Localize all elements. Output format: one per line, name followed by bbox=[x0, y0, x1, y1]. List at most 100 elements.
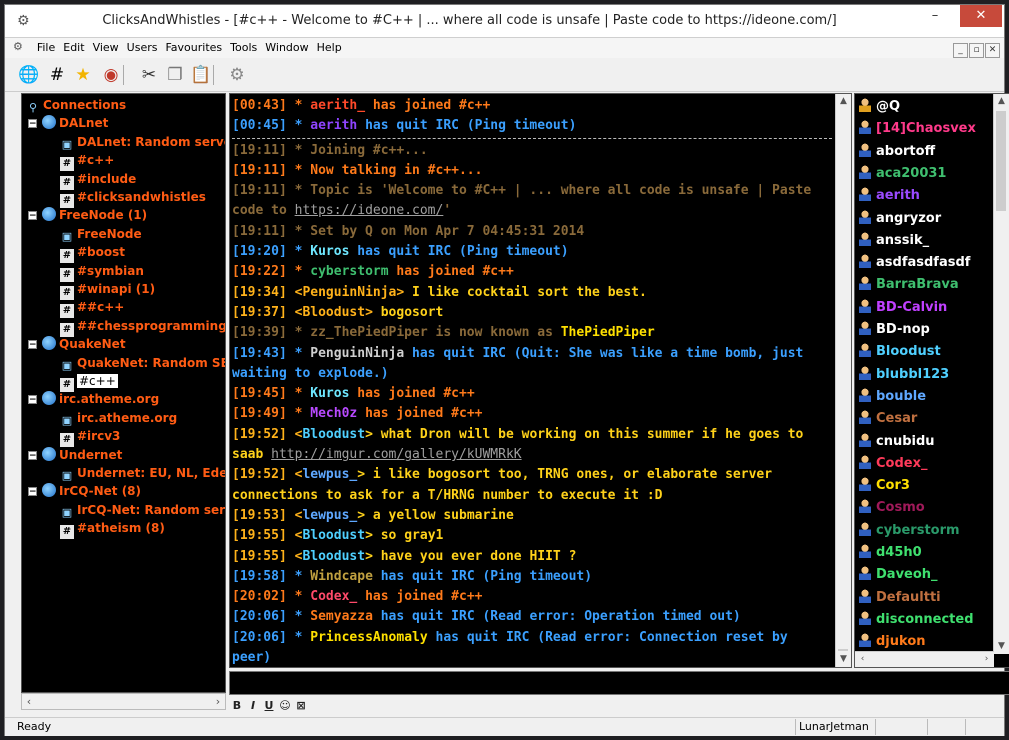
menu-tools[interactable]: Tools bbox=[226, 38, 261, 57]
tree-channel-item[interactable]: # ##chessprogramming bbox=[60, 317, 225, 337]
tree-network-item[interactable]: − QuakeNet bbox=[28, 335, 126, 353]
bold-button[interactable]: B bbox=[229, 697, 245, 715]
nick-item[interactable]: BD-nop bbox=[859, 319, 930, 341]
cut-icon[interactable]: ✂ bbox=[137, 63, 161, 87]
tree-channel-item[interactable]: # #c++ bbox=[60, 151, 114, 172]
menu-window[interactable]: Window bbox=[261, 38, 312, 57]
nick-scrollbar[interactable]: ▲ ▼ bbox=[993, 94, 1009, 654]
menu-view[interactable]: View bbox=[89, 38, 123, 57]
nick-scroll-up-icon[interactable]: ▲ bbox=[994, 94, 1009, 109]
italic-button[interactable]: I bbox=[245, 697, 261, 715]
tree-channel-item[interactable]: # #boost bbox=[60, 243, 125, 264]
tree-channel-item[interactable]: # #symbian bbox=[60, 262, 144, 282]
mdi-child-icon[interactable]: ⚙ bbox=[13, 40, 27, 54]
tree-network-item[interactable]: − irc.atheme.org bbox=[28, 390, 159, 408]
nick-item[interactable]: BD-Calvin bbox=[859, 297, 947, 319]
tree-server-item[interactable]: ▣ Undernet: EU, NL, Ede bbox=[60, 464, 225, 482]
message-input[interactable] bbox=[229, 671, 1009, 695]
globe-icon[interactable]: 🌐 bbox=[17, 63, 41, 87]
nick-item[interactable]: Codex_ bbox=[859, 453, 927, 475]
tree-network-item[interactable]: − DALnet bbox=[28, 114, 108, 132]
tree-network-item[interactable]: − IrCQ-Net (8) bbox=[28, 482, 141, 500]
menu-help[interactable]: Help bbox=[313, 38, 346, 57]
nick-item[interactable]: BarraBrava bbox=[859, 274, 959, 296]
tree-server-item[interactable]: ▣ FreeNode bbox=[60, 225, 142, 243]
nick-item[interactable]: asdfasdfasdf bbox=[859, 252, 970, 274]
chat-scroll-thumb[interactable] bbox=[838, 649, 848, 651]
nick-item[interactable]: aerith bbox=[859, 185, 920, 207]
tree-horizontal-scrollbar[interactable]: ‹ › bbox=[21, 693, 226, 710]
app-icon[interactable]: ⚙ bbox=[17, 13, 30, 29]
scroll-down-arrow-icon[interactable]: ▼ bbox=[836, 652, 851, 667]
chat-link[interactable]: http://imgur.com/gallery/kUWMRkK bbox=[271, 447, 521, 462]
nick-list[interactable]: @Q [14]Chaosvex abortoff aca20031 aerith angr… bbox=[854, 93, 1009, 668]
tree-network-item[interactable]: − Undernet bbox=[28, 446, 122, 464]
nick-item[interactable]: blubbl123 bbox=[859, 364, 949, 386]
nick-item[interactable]: disconnected bbox=[859, 609, 974, 631]
tree-network-item[interactable]: − FreeNode (1) bbox=[28, 206, 147, 224]
tree-channel-item[interactable]: # #winapi (1) bbox=[60, 280, 155, 300]
underline-button[interactable]: U bbox=[261, 697, 277, 715]
collapse-icon[interactable]: − bbox=[28, 450, 37, 460]
nick-scroll-left-icon[interactable]: ‹ bbox=[855, 652, 870, 667]
nick-item[interactable]: bouble bbox=[859, 386, 926, 408]
tree-root-item[interactable]: ⚲ Connections bbox=[26, 96, 126, 114]
minimize-button[interactable]: – bbox=[920, 5, 950, 27]
tree-server-item[interactable]: ▣ DALnet: Random server bbox=[60, 133, 225, 151]
menu-favourites[interactable]: Favourites bbox=[161, 38, 226, 57]
tree-channel-item[interactable]: # #ircv3 bbox=[60, 427, 120, 448]
chat-link[interactable]: https://ideone.com/ bbox=[295, 203, 444, 218]
nick-item[interactable]: anssik_ bbox=[859, 230, 929, 252]
collapse-icon[interactable]: − bbox=[28, 119, 37, 129]
chat-scrollbar[interactable]: ▲ ▼ bbox=[835, 94, 851, 667]
tree-server-item[interactable]: ▣ IrCQ-Net: Random server bbox=[60, 501, 225, 519]
nick-item[interactable]: abortoff bbox=[859, 141, 935, 163]
chat-log[interactable]: [00:43] * aerith_ has joined #c++ [00:45]… bbox=[229, 93, 852, 668]
menu-edit[interactable]: Edit bbox=[59, 38, 88, 57]
nick-scroll-down-icon[interactable]: ▼ bbox=[994, 639, 1009, 654]
tree-channel-item[interactable]: # #include bbox=[60, 170, 136, 190]
tree-channel-item[interactable]: # #c++ bbox=[60, 372, 118, 392]
nick-item[interactable]: Daveoh_ bbox=[859, 564, 938, 586]
title-bar[interactable]: ⚙ ClicksAndWhistles - [#c++ - Welcome to… bbox=[5, 5, 1004, 38]
copy-icon[interactable]: ❐ bbox=[163, 63, 187, 87]
nick-item[interactable]: [14]Chaosvex bbox=[859, 118, 976, 140]
emoticon-button[interactable]: ☺ bbox=[277, 697, 293, 715]
tree-channel-item[interactable]: # #atheism (8) bbox=[60, 519, 165, 540]
nick-item[interactable]: Defaultti bbox=[859, 587, 941, 609]
scroll-right-arrow-icon[interactable]: › bbox=[211, 694, 225, 709]
channel-icon[interactable]: # bbox=[45, 63, 69, 87]
tree-server-item[interactable]: ▣ irc.atheme.org bbox=[60, 409, 177, 427]
nick-item[interactable]: Bloodust bbox=[859, 341, 941, 363]
collapse-icon[interactable]: − bbox=[28, 395, 37, 405]
nick-item[interactable]: aca20031 bbox=[859, 163, 946, 185]
nick-item[interactable]: cnubidu bbox=[859, 431, 935, 453]
paste-icon[interactable]: 📋 bbox=[189, 63, 213, 87]
menu-users[interactable]: Users bbox=[123, 38, 162, 57]
close-button[interactable]: ✕ bbox=[960, 5, 1002, 27]
nick-item[interactable]: d45h0 bbox=[859, 542, 922, 564]
tree-server-item[interactable]: ▣ QuakeNet: Random SE server bbox=[60, 354, 225, 372]
scroll-up-arrow-icon[interactable]: ▲ bbox=[836, 94, 851, 109]
nick-item[interactable]: @Q bbox=[859, 96, 900, 118]
mdi-restore-button[interactable]: ▫ bbox=[969, 43, 984, 58]
collapse-icon[interactable]: − bbox=[28, 487, 37, 497]
nick-item[interactable]: Cosmo bbox=[859, 497, 925, 519]
nick-item[interactable]: djukon bbox=[859, 631, 926, 653]
connections-tree[interactable]: ⚲ Connections − DALnet ▣ DALnet: Random serve… bbox=[21, 93, 226, 693]
menu-file[interactable]: File bbox=[33, 38, 59, 57]
collapse-icon[interactable]: − bbox=[28, 211, 37, 221]
mdi-close-button[interactable]: ✕ bbox=[985, 43, 1000, 58]
collapse-icon[interactable]: − bbox=[28, 340, 37, 350]
nick-item[interactable]: angryzor bbox=[859, 208, 941, 230]
clear-format-button[interactable]: ⊠ bbox=[293, 697, 309, 715]
scroll-left-arrow-icon[interactable]: ‹ bbox=[22, 694, 36, 709]
disconnect-icon[interactable]: ◉ bbox=[99, 63, 123, 87]
nick-scroll-right-icon[interactable]: › bbox=[979, 652, 994, 667]
nick-item[interactable]: cyberstorm bbox=[859, 520, 960, 542]
tree-channel-item[interactable]: # ##c++ bbox=[60, 298, 124, 319]
nick-item[interactable]: Cesar bbox=[859, 408, 917, 430]
star-icon[interactable]: ★ bbox=[71, 63, 95, 87]
nick-horizontal-scrollbar[interactable]: ‹ › bbox=[855, 651, 994, 667]
settings-icon[interactable]: ⚙ bbox=[225, 63, 249, 87]
